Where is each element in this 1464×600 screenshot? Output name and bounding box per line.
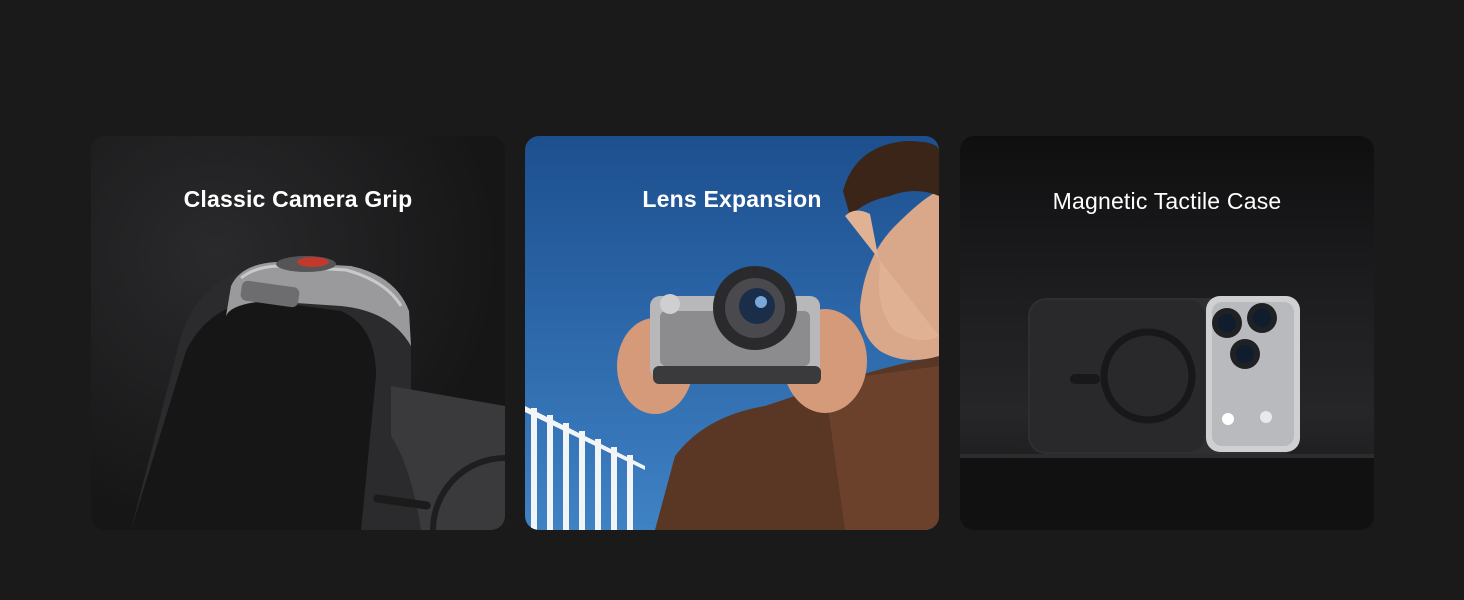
- card-title: Magnetic Tactile Case: [1052, 188, 1282, 214]
- card-title: Classic Camera Grip: [183, 186, 413, 212]
- feature-card-magnetic-case[interactable]: Magnetic Tactile Case: [960, 136, 1374, 530]
- feature-card-lens-expansion[interactable]: Lens Expansion: [525, 136, 939, 530]
- card-title: Lens Expansion: [642, 186, 822, 212]
- feature-card-camera-grip[interactable]: Classic Camera Grip: [91, 136, 505, 530]
- feature-showcase: Classic Camera Grip Lens Expansion Magne…: [0, 0, 1464, 600]
